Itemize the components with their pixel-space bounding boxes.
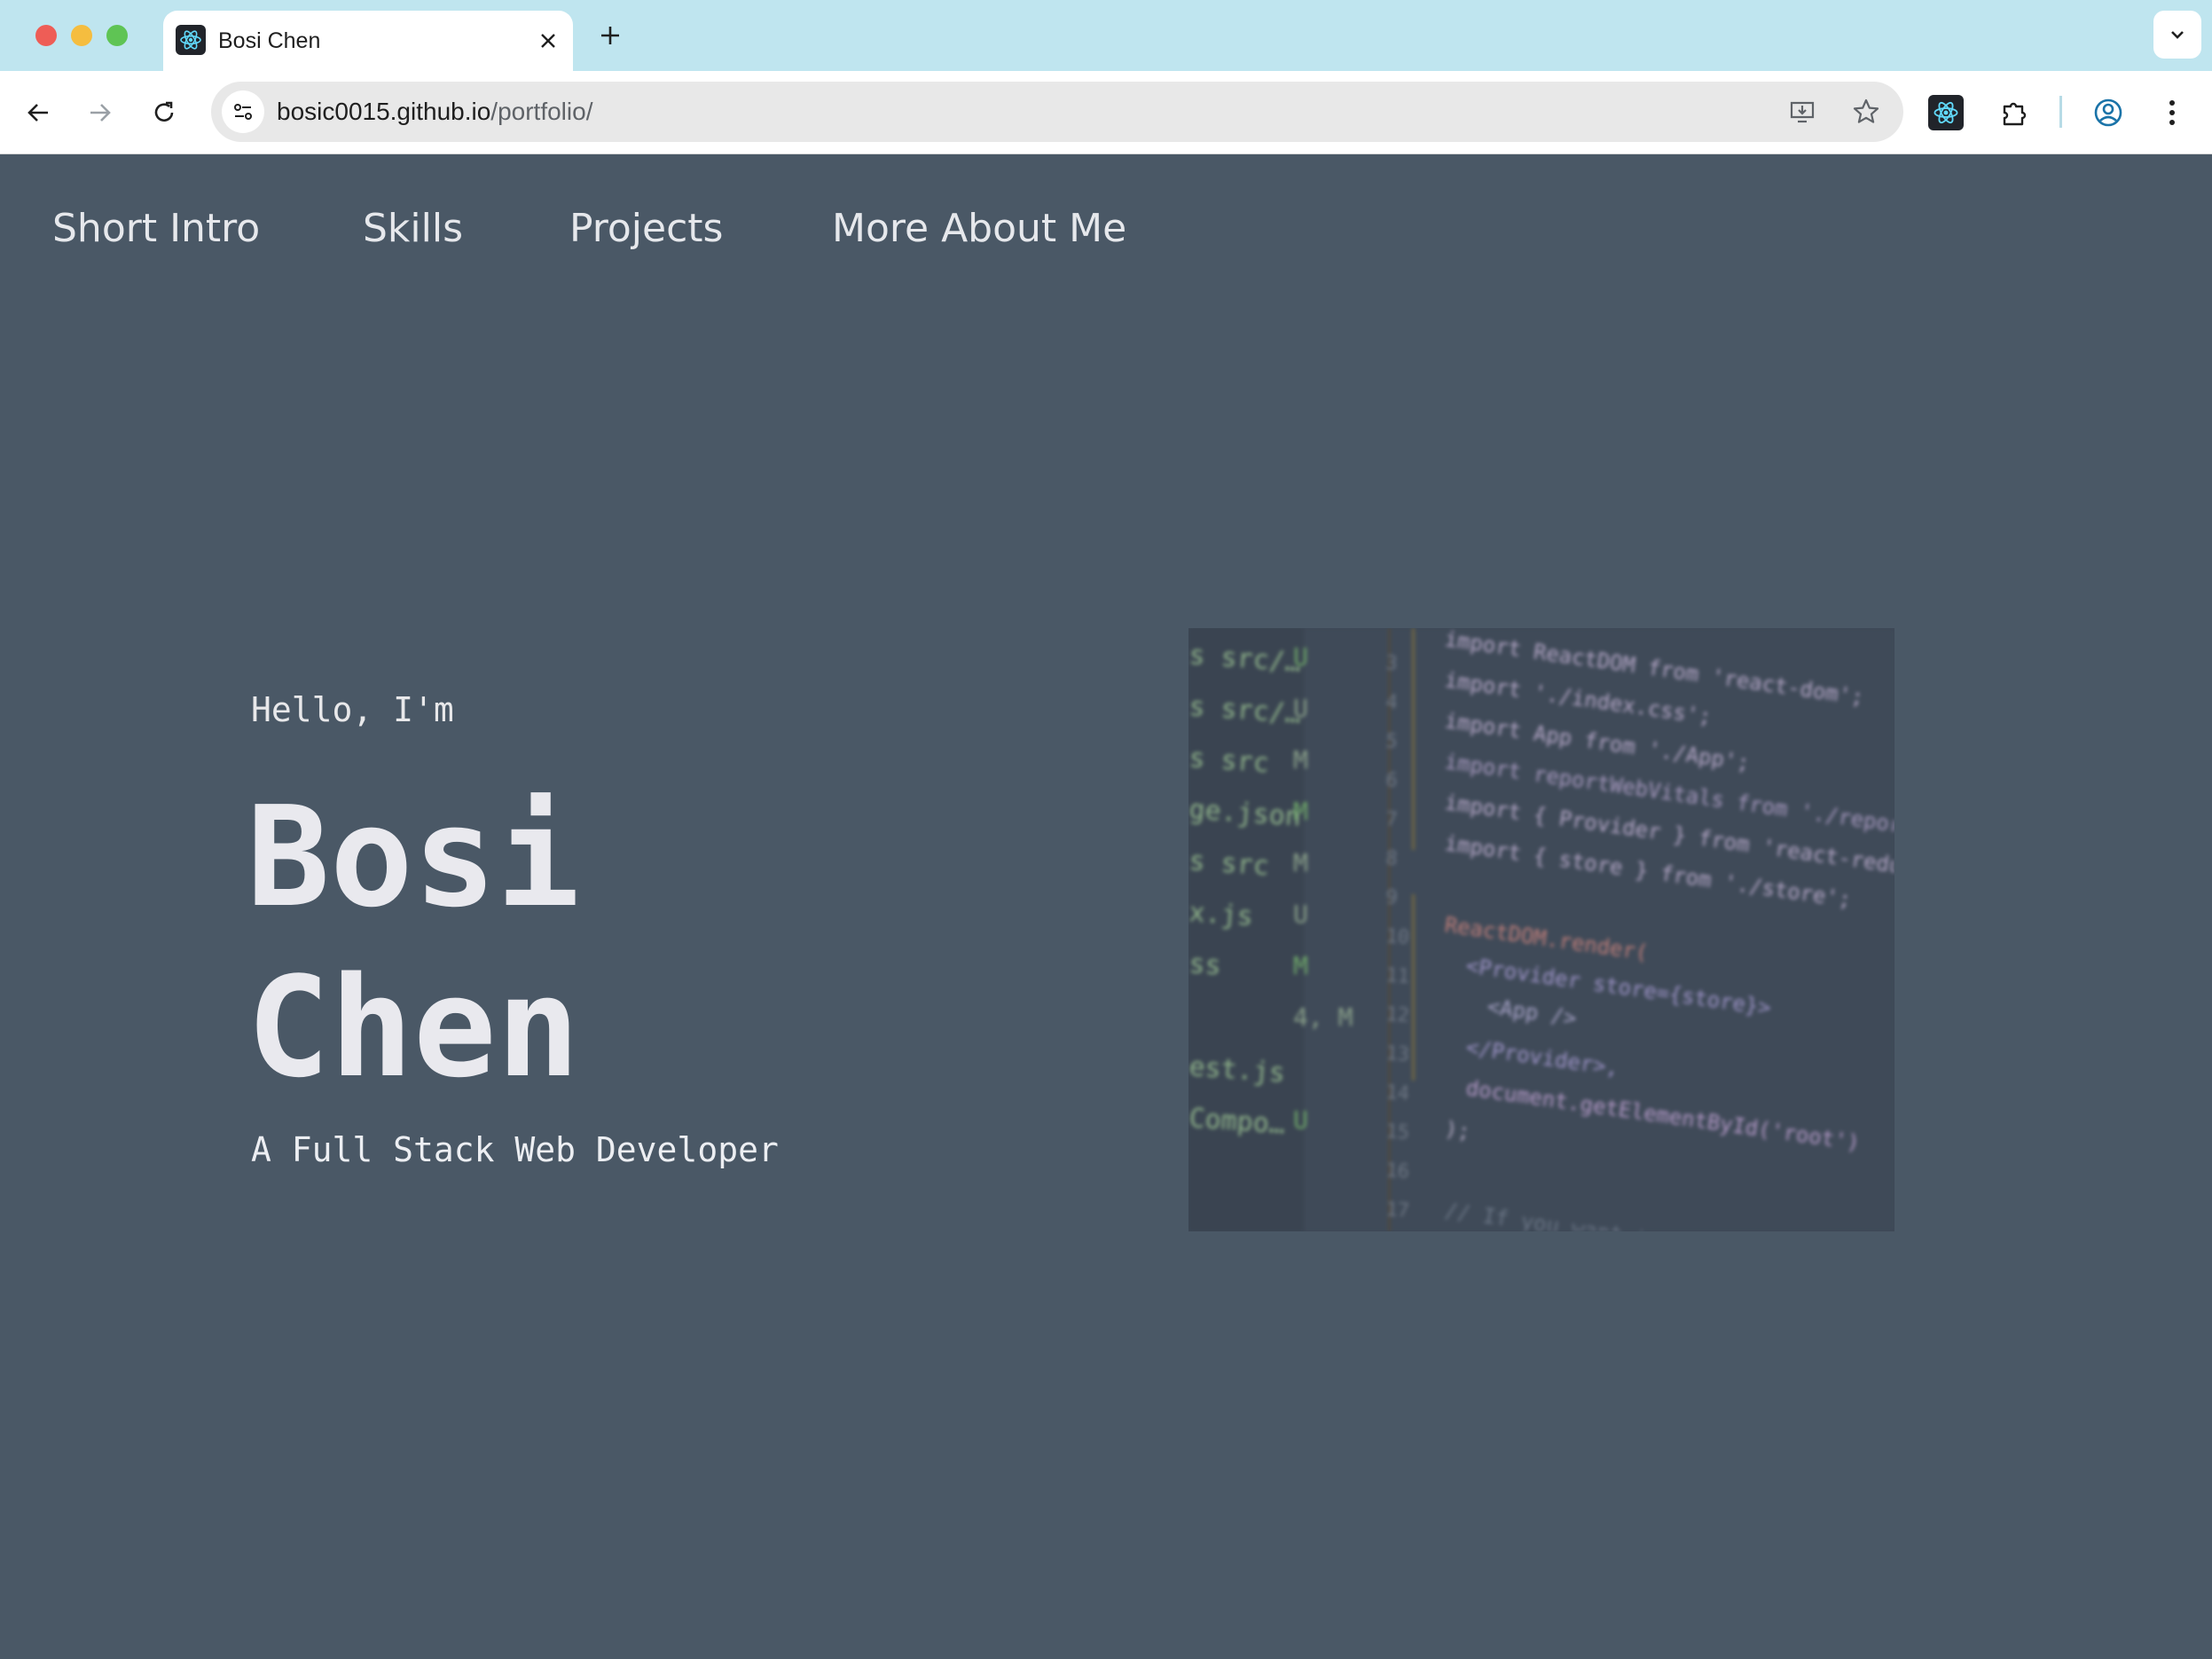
code-line-number: 3	[1385, 652, 1399, 675]
url-host: bosic0015.github.io	[277, 98, 491, 125]
sidebar-file-name: s src	[1188, 743, 1270, 779]
address-bar[interactable]: bosic0015.github.io/portfolio/	[211, 82, 1903, 142]
site-navigation: Short Intro Skills Projects More About M…	[0, 154, 2212, 296]
sidebar-file-status: U	[1293, 1105, 1308, 1135]
browser-tab-active[interactable]: Bosi Chen	[163, 11, 573, 71]
code-line-number: 4	[1385, 691, 1399, 714]
browser-toolbar: bosic0015.github.io/portfolio/	[0, 71, 2212, 154]
hero-name-first: Bosi	[247, 776, 580, 938]
install-app-icon[interactable]	[1781, 90, 1824, 133]
nav-link-projects[interactable]: Projects	[569, 202, 723, 256]
code-line-number: 7	[1385, 808, 1399, 831]
code-line-number: 5	[1385, 730, 1399, 753]
maximize-window-button[interactable]	[106, 25, 128, 46]
nav-link-short-intro[interactable]: Short Intro	[52, 202, 260, 256]
code-line-number: 15	[1385, 1120, 1410, 1144]
code-line: );	[1443, 1116, 1472, 1144]
code-line-number: 10	[1385, 925, 1410, 949]
sidebar-file-name: x.js	[1188, 897, 1254, 932]
code-editor-graphic: s src/…s src/…s srcge.jsons srcx.jsssest…	[1188, 628, 1894, 1231]
sidebar-file-name: Compo…	[1188, 1103, 1286, 1140]
sidebar-file-status: U	[1293, 642, 1308, 672]
react-favicon-icon	[176, 25, 206, 55]
nav-link-more-about-me[interactable]: More About Me	[832, 202, 1126, 256]
code-screenshot-image: s src/… s src/… s src ge.json s src x.js ss est…	[1188, 628, 1894, 1231]
sidebar-file-status: U	[1293, 694, 1308, 723]
site-settings-icon[interactable]	[222, 90, 264, 133]
code-line-number: 11	[1385, 964, 1410, 988]
hero-name-last: Chen	[247, 947, 580, 1108]
code-line-number: 12	[1385, 1003, 1410, 1027]
react-devtools-icon[interactable]	[1928, 95, 1964, 130]
plus-icon[interactable]	[592, 18, 628, 53]
code-line-number: 9	[1385, 886, 1399, 909]
back-arrow-icon[interactable]	[18, 92, 59, 133]
chevron-down-icon[interactable]	[2153, 11, 2201, 59]
sidebar-file-name: est.js	[1188, 1051, 1286, 1089]
url-text[interactable]: bosic0015.github.io/portfolio/	[277, 82, 592, 142]
star-icon[interactable]	[1845, 90, 1887, 133]
sidebar-file-status: M	[1293, 745, 1308, 774]
sidebar-file-name: ss	[1188, 948, 1222, 981]
sidebar-file-name: s src	[1188, 845, 1270, 882]
extensions-icon[interactable]	[1994, 92, 2035, 133]
hero-greeting: Hello, I'm	[251, 690, 454, 729]
minimize-window-button[interactable]	[71, 25, 92, 46]
code-line-number: 6	[1385, 769, 1399, 792]
hero-role: A Full Stack Web Developer	[251, 1130, 779, 1169]
hero-name: Bosi Chen	[247, 772, 580, 1113]
sidebar-file-status: M	[1293, 951, 1308, 980]
tab-title: Bosi Chen	[218, 28, 321, 53]
url-path: /portfolio/	[490, 98, 593, 125]
code-line-number: 13	[1385, 1042, 1410, 1066]
profile-icon[interactable]	[2088, 92, 2129, 133]
forward-arrow-icon[interactable]	[80, 92, 121, 133]
sidebar-file-status: M	[1293, 797, 1308, 826]
toolbar-divider	[2059, 96, 2062, 128]
more-vert-icon[interactable]	[2152, 92, 2192, 133]
reload-icon[interactable]	[144, 92, 184, 133]
sidebar-file-status: M	[1293, 848, 1308, 877]
code-line-number: 17	[1385, 1199, 1410, 1223]
close-window-button[interactable]	[35, 25, 57, 46]
code-line-number: 16	[1385, 1160, 1410, 1183]
browser-tabstrip: Bosi Chen	[0, 0, 2212, 71]
sidebar-file-status: 4, M	[1293, 1002, 1353, 1032]
close-icon[interactable]	[532, 25, 564, 57]
code-line-number: 14	[1385, 1081, 1410, 1105]
code-line-number: 8	[1385, 847, 1399, 870]
sidebar-file-status: U	[1293, 900, 1308, 929]
nav-link-skills[interactable]: Skills	[363, 202, 463, 256]
